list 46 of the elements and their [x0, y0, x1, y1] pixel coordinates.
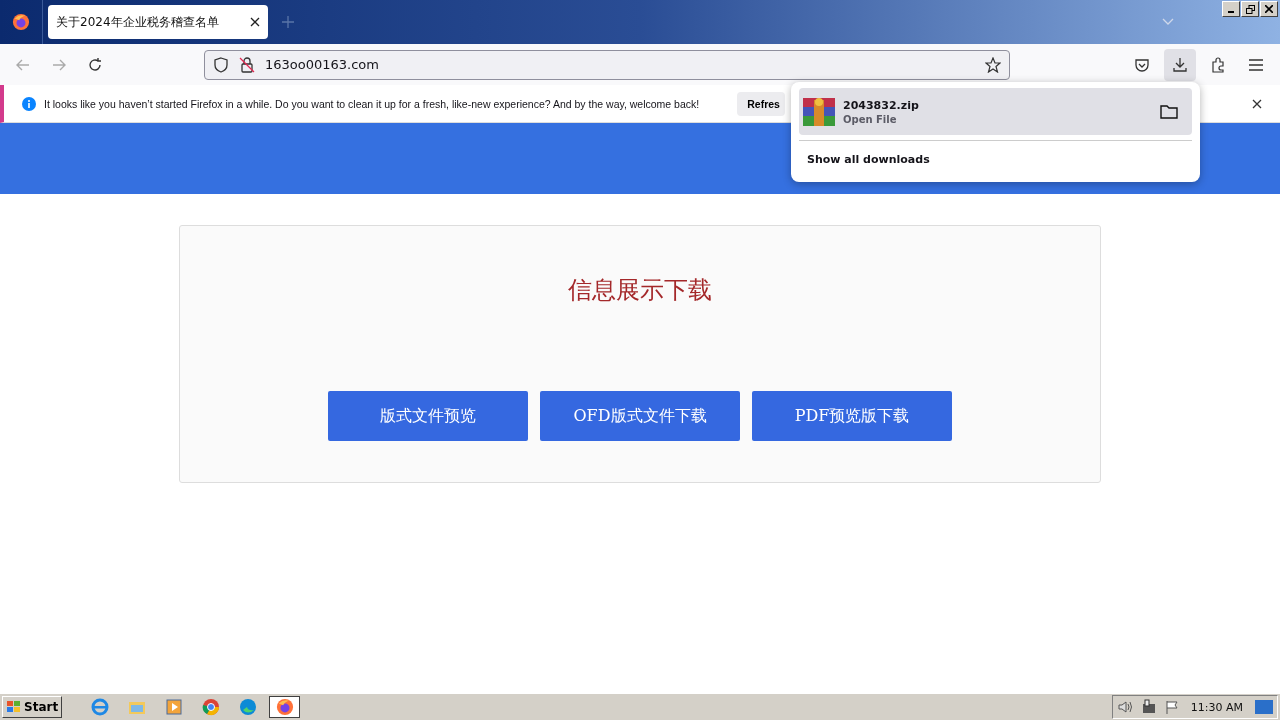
folder-icon [127, 699, 146, 715]
file-status: Open File [843, 113, 898, 125]
restore-button[interactable] [1241, 1, 1259, 17]
menu-icon[interactable] [1248, 57, 1264, 72]
clock: 11:30 AM [1190, 700, 1243, 714]
download-icon[interactable] [1172, 56, 1188, 73]
chrome-icon [201, 698, 220, 716]
browser-tab[interactable]: 关于2024年企业税务稽查名单 [48, 5, 268, 39]
firefox-icon [275, 698, 294, 716]
notification-message: It looks like you haven’t started Firefox in a while. Do you want to clean it up for a fresh, like-new experience? And by the way, welcome back! [44, 97, 700, 110]
url-text: 163oo00163.com [265, 57, 380, 72]
restore-icon[interactable] [1245, 4, 1255, 14]
download-button[interactable]: PDF预览版下载 [752, 391, 952, 441]
page-heading: 信息展示下载 [568, 275, 712, 306]
address-bar[interactable]: 163oo00163.com [204, 49, 1010, 80]
start-button[interactable]: Start [2, 696, 63, 718]
close-icon[interactable] [1252, 98, 1262, 109]
taskbar-app[interactable] [269, 696, 301, 718]
broken-lock-icon[interactable] [239, 56, 255, 73]
speaker-icon[interactable] [1116, 700, 1133, 714]
show-all-downloads-link[interactable]: Show all downloads [807, 153, 930, 166]
pocket-icon[interactable] [1134, 56, 1150, 73]
edge-icon [238, 698, 257, 716]
download-item[interactable]: 2043832.zip Open File [799, 88, 1192, 135]
puzzle-icon[interactable] [1210, 56, 1226, 73]
star-icon[interactable] [985, 56, 1001, 73]
reload-icon[interactable] [87, 56, 103, 73]
archive-icon [803, 95, 835, 128]
shield-icon[interactable] [213, 56, 229, 73]
close-button[interactable] [1260, 1, 1278, 17]
download-button[interactable]: 版式文件预览 [328, 391, 528, 441]
refresh-button[interactable]: Refres [737, 91, 786, 116]
windows-logo-icon [6, 700, 22, 714]
browser-e-icon [90, 698, 109, 716]
minimize-button[interactable] [1222, 1, 1240, 17]
network-icon[interactable] [1140, 699, 1157, 715]
close-icon[interactable] [250, 17, 260, 27]
firefox-icon [12, 13, 30, 31]
info-icon [22, 96, 36, 111]
close-icon[interactable] [1265, 5, 1273, 13]
file-name: 2043832.zip [843, 98, 920, 112]
downloads-button[interactable] [1164, 48, 1196, 81]
download-button[interactable]: OFD版式文件下载 [540, 391, 740, 441]
flag-icon[interactable] [1164, 700, 1179, 714]
folder-icon[interactable] [1160, 104, 1178, 119]
play-icon [165, 699, 182, 715]
